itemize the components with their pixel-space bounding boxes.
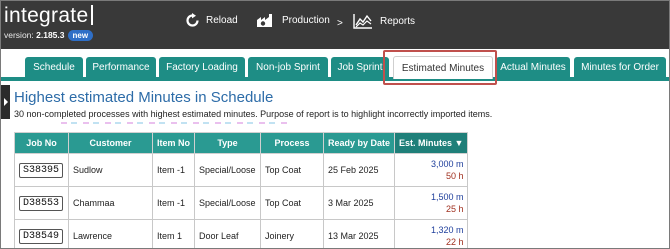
breadcrumb-separator: > — [337, 18, 343, 29]
customer-cell: Lawrence — [68, 219, 153, 248]
new-badge[interactable]: new — [67, 30, 94, 41]
logo-cursor-bar — [91, 5, 94, 25]
column-header-job-no[interactable]: Job No — [14, 132, 69, 154]
customer-cell: Chammaa — [68, 186, 153, 220]
sidebar-toggle[interactable] — [1, 85, 10, 119]
est-minutes-cell: 1,500 m 25 h — [394, 186, 469, 220]
breadcrumb-arrow: > — [337, 18, 343, 29]
job-no-cell: D38549 — [14, 219, 69, 248]
process-cell: Top Coat — [260, 186, 325, 220]
job-no-cell: S38395 — [14, 153, 69, 187]
tab-schedule[interactable]: Schedule — [25, 57, 83, 78]
item-no-cell: Item 1 — [151, 219, 196, 248]
est-minutes-cell: 1,320 m 22 h — [394, 219, 469, 248]
version-number: 2.185.3 — [36, 30, 65, 40]
page-title: Highest estimated Minutes in Schedule — [14, 89, 274, 106]
est-minutes-value: 1,320 m — [430, 225, 464, 235]
reload-icon — [186, 13, 199, 27]
reload-button[interactable]: Reload — [186, 13, 238, 28]
est-hours-value: 25 h — [445, 204, 464, 214]
version-info: version: 2.185.3 new — [4, 30, 94, 41]
decorative-underline — [61, 122, 291, 124]
process-cell: Top Coat — [260, 153, 325, 187]
item-no-cell: Item -1 — [151, 153, 196, 187]
table-row: D38549 Lawrence Item 1 Door Leaf Joinery… — [14, 219, 469, 248]
ready-date-cell: 3 Mar 2025 — [323, 186, 396, 220]
est-minutes-value: 1,500 m — [430, 192, 464, 202]
report-description: 30 non-completed processes with highest … — [14, 109, 493, 119]
chart-icon — [353, 14, 372, 29]
ready-date-cell: 13 Mar 2025 — [323, 219, 396, 248]
type-cell: Door Leaf — [194, 219, 262, 248]
logo-text: integrate — [4, 4, 89, 27]
production-button[interactable]: Production — [256, 13, 330, 28]
expand-arrow-icon — [4, 98, 8, 106]
column-header-customer[interactable]: Customer — [68, 132, 153, 154]
tab-minutes-for-order[interactable]: Minutes for Order — [574, 57, 666, 78]
tab-job-sprint[interactable]: Job Sprint — [331, 57, 389, 78]
column-header-type[interactable]: Type — [194, 132, 262, 154]
job-no-cell: D38553 — [14, 186, 69, 220]
column-header-item-no[interactable]: Item No — [151, 132, 196, 154]
column-header-process[interactable]: Process — [260, 132, 325, 154]
tab-factory-loading[interactable]: Factory Loading — [159, 57, 245, 78]
table-row: D38553 Chammaa Item -1 Special/Loose Top… — [14, 186, 469, 220]
table-row: S38395 Sudlow Item -1 Special/Loose Top … — [14, 153, 469, 187]
reload-label: Reload — [206, 15, 238, 26]
type-cell: Special/Loose — [194, 153, 262, 187]
app-window: integrate version: 2.185.3 new Reload Pro… — [0, 0, 670, 249]
tab-performance[interactable]: Performance — [86, 57, 156, 78]
factory-icon — [257, 14, 272, 27]
tab-actual-minutes[interactable]: Actual Minutes — [496, 57, 570, 78]
est-minutes-value: 3,000 m — [430, 159, 464, 169]
top-bar: integrate version: 2.185.3 new Reload Pro… — [1, 1, 669, 49]
active-tab-highlight — [383, 50, 497, 85]
reports-button[interactable]: Reports — [353, 13, 415, 29]
job-no-link[interactable]: D38553 — [19, 195, 64, 211]
customer-cell: Sudlow — [68, 153, 153, 187]
version-label: version: — [4, 30, 37, 40]
item-no-cell: Item -1 — [151, 186, 196, 220]
column-header-est-minutes[interactable]: Est. Minutes ▼ — [394, 132, 469, 154]
table-header-row: Job No Customer Item No Type Process Rea… — [14, 132, 469, 154]
process-cell: Joinery — [260, 219, 325, 248]
tab-non-job-sprint[interactable]: Non-job Sprint — [248, 57, 328, 78]
column-header-ready-by-date[interactable]: Ready by Date — [323, 132, 396, 154]
report-table: Job No Customer Item No Type Process Rea… — [14, 132, 469, 248]
app-logo[interactable]: integrate — [4, 4, 94, 28]
ready-date-cell: 25 Feb 2025 — [323, 153, 396, 187]
job-no-link[interactable]: S38395 — [19, 162, 64, 178]
job-no-link[interactable]: D38549 — [19, 228, 64, 244]
production-label: Production — [282, 15, 330, 26]
est-hours-value: 50 h — [445, 171, 464, 181]
est-hours-value: 22 h — [445, 237, 464, 247]
type-cell: Special/Loose — [194, 186, 262, 220]
est-minutes-cell: 3,000 m 50 h — [394, 153, 469, 187]
reports-label: Reports — [380, 15, 416, 27]
